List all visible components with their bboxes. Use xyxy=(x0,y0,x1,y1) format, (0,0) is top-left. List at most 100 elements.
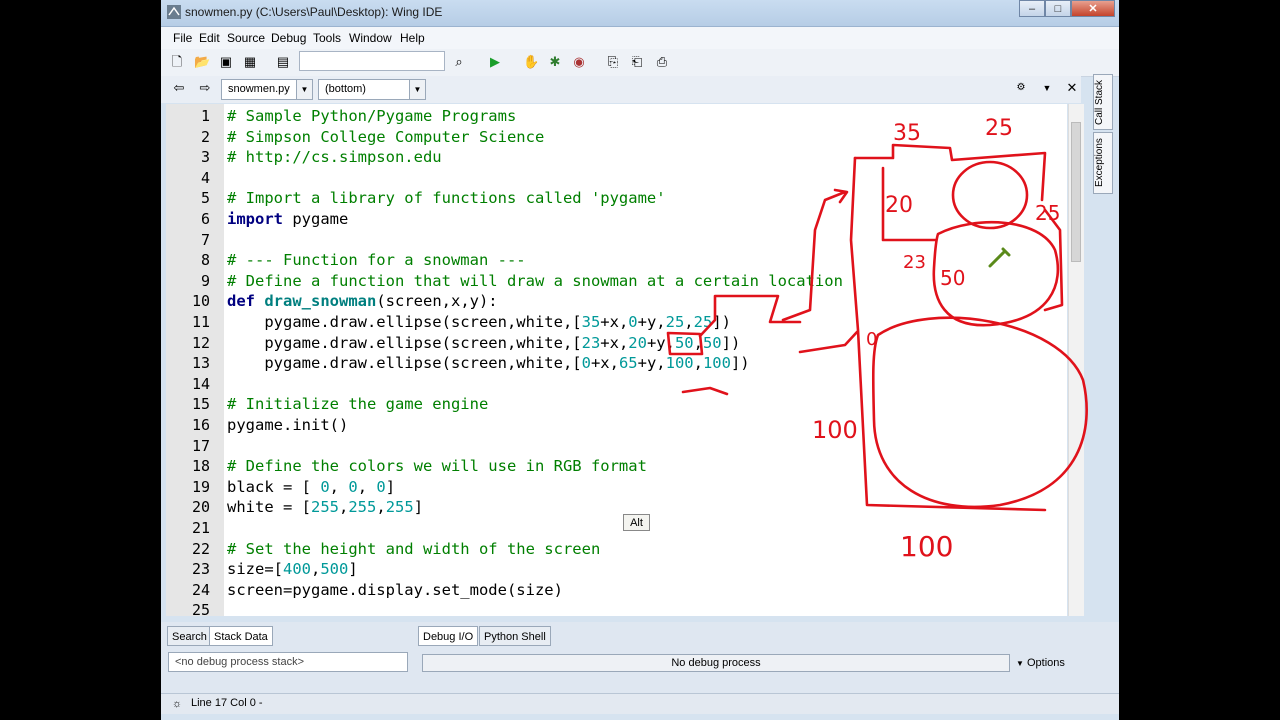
menu-debug[interactable]: Debug xyxy=(271,31,306,45)
menu-file[interactable]: File xyxy=(173,31,192,45)
tab-menu-icon[interactable]: ▼ xyxy=(1039,80,1055,96)
print-icon[interactable]: ▤ xyxy=(275,54,291,70)
tab-python-shell[interactable]: Python Shell xyxy=(479,626,551,646)
code-line[interactable]: screen=pygame.display.set_mode(size) xyxy=(227,580,563,600)
maximize-button[interactable]: □ xyxy=(1045,0,1071,17)
forward-arrow-icon[interactable]: ⇨ xyxy=(197,80,213,96)
search-icon[interactable]: ⌕ xyxy=(451,54,467,70)
line-number: 23 xyxy=(191,560,210,579)
code-line[interactable]: # Simpson College Computer Science xyxy=(227,127,544,147)
menu-tools[interactable]: Tools xyxy=(313,31,341,45)
debug-status: No debug process xyxy=(422,654,1010,672)
save-all-icon[interactable]: ▦ xyxy=(242,54,258,70)
step-over-icon[interactable]: ⎗ xyxy=(629,54,645,70)
code-line[interactable]: black = [ 0, 0, 0] xyxy=(227,477,395,497)
code-line[interactable]: import pygame xyxy=(227,209,348,229)
line-number: 7 xyxy=(200,230,210,249)
line-number: 8 xyxy=(200,251,210,270)
close-window-button[interactable]: ✕ xyxy=(1071,0,1115,17)
open-file-icon[interactable]: 📂 xyxy=(194,54,210,70)
menu-window[interactable]: Window xyxy=(349,31,392,45)
menu-source[interactable]: Source xyxy=(227,31,265,45)
tab-search[interactable]: Search xyxy=(167,626,212,646)
code-line[interactable]: pygame.init() xyxy=(227,415,348,435)
code-line[interactable]: # Import a library of functions called '… xyxy=(227,188,666,208)
line-number: 1 xyxy=(200,107,210,125)
code-line[interactable]: # Sample Python/Pygame Programs xyxy=(227,106,516,126)
file-selector-value: snowmen.py xyxy=(228,83,290,95)
stack-selector-value: <no debug process stack> xyxy=(175,656,305,668)
tab-exceptions[interactable]: Exceptions xyxy=(1093,132,1113,194)
code-line[interactable]: def draw_snowman(screen,x,y): xyxy=(227,291,498,311)
line-number: 19 xyxy=(191,477,210,496)
line-number: 25 xyxy=(191,601,210,620)
step-out-icon[interactable]: ⎙ xyxy=(654,54,670,70)
scrollbar-thumb[interactable] xyxy=(1071,122,1081,262)
code-line[interactable]: pygame.draw.ellipse(screen,white,[35+x,0… xyxy=(227,312,731,332)
side-tool-tabs: Call Stack Exceptions xyxy=(1091,74,1117,194)
line-number: 5 xyxy=(200,189,210,208)
line-number: 4 xyxy=(200,168,210,187)
run-icon[interactable]: ▶ xyxy=(487,54,503,70)
chevron-down-icon: ▼ xyxy=(296,80,312,99)
code-line[interactable]: # Initialize the game engine xyxy=(227,394,488,414)
tab-call-stack[interactable]: Call Stack xyxy=(1093,74,1113,130)
line-number: 18 xyxy=(191,457,210,476)
code-line[interactable]: pygame.draw.ellipse(screen,white,[0+x,65… xyxy=(227,353,749,373)
line-number: 12 xyxy=(191,333,210,352)
code-line[interactable]: # Define a function that will draw a sno… xyxy=(227,271,843,291)
menu-help[interactable]: Help xyxy=(400,31,425,45)
status-sun-icon: ☼ xyxy=(171,698,183,710)
scope-selector-value: (bottom) xyxy=(325,83,366,95)
minimize-button[interactable]: – xyxy=(1019,0,1045,17)
editor-scrollbar[interactable] xyxy=(1068,104,1084,616)
options-button[interactable]: ▼ Options xyxy=(1016,654,1086,672)
breakpoint-icon[interactable]: ◉ xyxy=(571,54,587,70)
back-arrow-icon[interactable]: ⇦ xyxy=(171,80,187,96)
line-number: 14 xyxy=(191,374,210,393)
window-title: snowmen.py (C:\Users\Paul\Desktop): Wing… xyxy=(185,5,443,19)
main-toolbar: 🗋 📂 ▣ ▦ ▤ ⌕ ▶ ✋ ✱ ◉ ⎘ ⎗ ⎙ xyxy=(161,49,1119,77)
debug-bug-icon[interactable]: ✱ xyxy=(547,54,563,70)
tab-stack-data[interactable]: Stack Data xyxy=(209,626,273,646)
options-gear-icon[interactable]: ⚙ xyxy=(1013,80,1029,96)
bottom-panel: Search Stack Data Debug I/O Python Shell… xyxy=(161,622,1119,694)
line-number: 22 xyxy=(191,539,210,558)
step-into-icon[interactable]: ⎘ xyxy=(605,54,621,70)
code-line[interactable]: size=[400,500] xyxy=(227,559,358,579)
close-editor-icon[interactable]: ✕ xyxy=(1064,80,1080,96)
file-selector[interactable]: snowmen.py ▼ xyxy=(221,79,313,100)
line-number: 17 xyxy=(191,436,210,455)
save-icon[interactable]: ▣ xyxy=(218,54,234,70)
scope-selector[interactable]: (bottom) ▼ xyxy=(318,79,426,100)
line-number: 24 xyxy=(191,580,210,599)
line-number: 21 xyxy=(191,519,210,537)
status-bar: ☼ Line 17 Col 0 - xyxy=(161,693,1119,714)
chevron-down-icon: ▼ xyxy=(409,80,425,99)
stop-hand-icon[interactable]: ✋ xyxy=(523,54,539,70)
new-file-icon[interactable]: 🗋 xyxy=(169,54,185,70)
line-number: 6 xyxy=(200,210,210,228)
code-line[interactable]: # --- Function for a snowman --- xyxy=(227,250,526,270)
code-line[interactable]: pygame.draw.ellipse(screen,white,[23+x,2… xyxy=(227,333,740,353)
line-number: 20 xyxy=(191,498,210,517)
line-number: 10 xyxy=(191,292,210,311)
title-bar: snowmen.py (C:\Users\Paul\Desktop): Wing… xyxy=(161,0,1119,27)
code-line[interactable]: # Set the height and width of the screen xyxy=(227,539,600,559)
tab-debug-io[interactable]: Debug I/O xyxy=(418,626,479,646)
menu-bar: File Edit Source Debug Tools Window Help xyxy=(161,27,1119,49)
toolbar-search-input[interactable] xyxy=(299,51,445,71)
line-number: 15 xyxy=(191,395,210,414)
alt-tooltip: Alt xyxy=(623,514,650,531)
menu-edit[interactable]: Edit xyxy=(199,31,220,45)
ide-window: snowmen.py (C:\Users\Paul\Desktop): Wing… xyxy=(161,0,1119,720)
options-label: Options xyxy=(1026,657,1065,669)
debug-stack-selector[interactable]: <no debug process stack> xyxy=(168,652,408,672)
line-number: 11 xyxy=(191,313,210,331)
code-line[interactable]: white = [255,255,255] xyxy=(227,497,423,517)
chevron-down-icon: ▼ xyxy=(1016,659,1024,668)
line-number: 9 xyxy=(200,271,210,290)
code-line[interactable]: # http://cs.simpson.edu xyxy=(227,147,442,167)
code-line[interactable]: # Define the colors we will use in RGB f… xyxy=(227,456,647,476)
code-editor[interactable]: # Sample Python/Pygame Programs # Simpson… xyxy=(224,104,1067,616)
